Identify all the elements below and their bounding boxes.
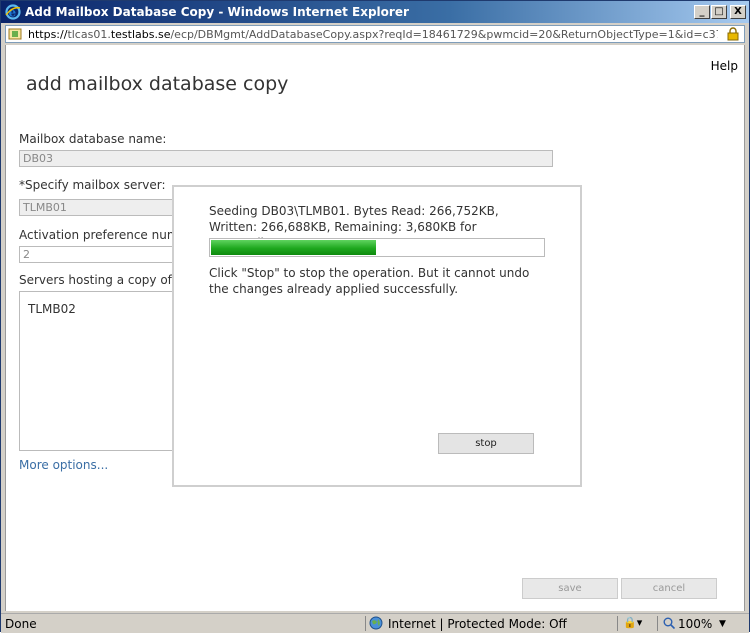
server-label: *Specify mailbox server: xyxy=(19,178,166,192)
page-content: Help add mailbox database copy Mailbox d… xyxy=(5,45,745,611)
more-options-link[interactable]: More options... xyxy=(19,458,108,472)
maximize-button[interactable]: □ xyxy=(711,5,727,19)
status-divider xyxy=(617,616,618,631)
internet-explorer-icon: e xyxy=(5,4,21,20)
zoom-level[interactable]: 100% xyxy=(678,617,712,631)
lock-icon[interactable] xyxy=(726,27,740,41)
zoom-dropdown-icon[interactable]: ▼ xyxy=(719,619,726,629)
status-divider xyxy=(657,616,658,631)
status-text: Done xyxy=(5,617,37,631)
url-path: /ecp/DBMgmt/AddDatabaseCopy.aspx?reqId=1… xyxy=(170,28,718,41)
page-title: add mailbox database copy xyxy=(26,73,289,95)
protected-mode-icon[interactable]: 🔒▾ xyxy=(623,616,642,629)
url-scheme: https:// xyxy=(28,28,68,41)
address-field[interactable]: https://tlcas01.testlabs.se/ecp/DBMgmt/A… xyxy=(5,25,745,43)
security-zone[interactable]: Internet | Protected Mode: Off xyxy=(388,617,567,631)
db-name-label: Mailbox database name: xyxy=(19,132,167,146)
status-divider xyxy=(365,616,366,631)
browser-window: e Add Mailbox Database Copy - Windows In… xyxy=(0,0,750,633)
db-name-input[interactable]: DB03 xyxy=(19,150,553,167)
url-text: https://tlcas01.testlabs.se/ecp/DBMgmt/A… xyxy=(28,28,718,41)
url-host-prefix: tlcas01. xyxy=(67,28,111,41)
cancel-button[interactable]: cancel xyxy=(621,578,717,599)
servers-listbox[interactable]: TLMB02 xyxy=(19,291,189,451)
save-button[interactable]: save xyxy=(522,578,618,599)
activation-label: Activation preference numbe xyxy=(19,228,194,242)
minimize-button[interactable]: _ xyxy=(694,5,710,19)
zoom-icon[interactable] xyxy=(663,617,675,629)
url-host: testlabs.se xyxy=(110,28,171,41)
stop-note: Click "Stop" to stop the operation. But … xyxy=(209,266,530,296)
stop-button[interactable]: stop xyxy=(438,433,534,454)
page-icon xyxy=(8,28,22,40)
list-item[interactable]: TLMB02 xyxy=(28,302,76,316)
status-bar: Done Internet | Protected Mode: Off 🔒▾ 1… xyxy=(1,613,749,633)
activation-input[interactable]: 2 xyxy=(19,246,179,263)
close-button[interactable]: X xyxy=(730,5,746,19)
help-link[interactable]: Help xyxy=(711,59,738,73)
globe-icon xyxy=(369,616,383,630)
window-title: Add Mailbox Database Copy - Windows Inte… xyxy=(25,5,409,19)
servers-label: Servers hosting a copy of this xyxy=(19,273,198,287)
progress-fill xyxy=(211,240,376,255)
progress-dialog: Seeding DB03\TLMB01. Bytes Read: 266,752… xyxy=(172,185,582,487)
progress-bar xyxy=(209,238,545,257)
title-bar[interactable]: e Add Mailbox Database Copy - Windows In… xyxy=(1,1,749,23)
address-bar: https://tlcas01.testlabs.se/ecp/DBMgmt/A… xyxy=(1,23,749,45)
server-input[interactable]: TLMB01 xyxy=(19,199,179,216)
